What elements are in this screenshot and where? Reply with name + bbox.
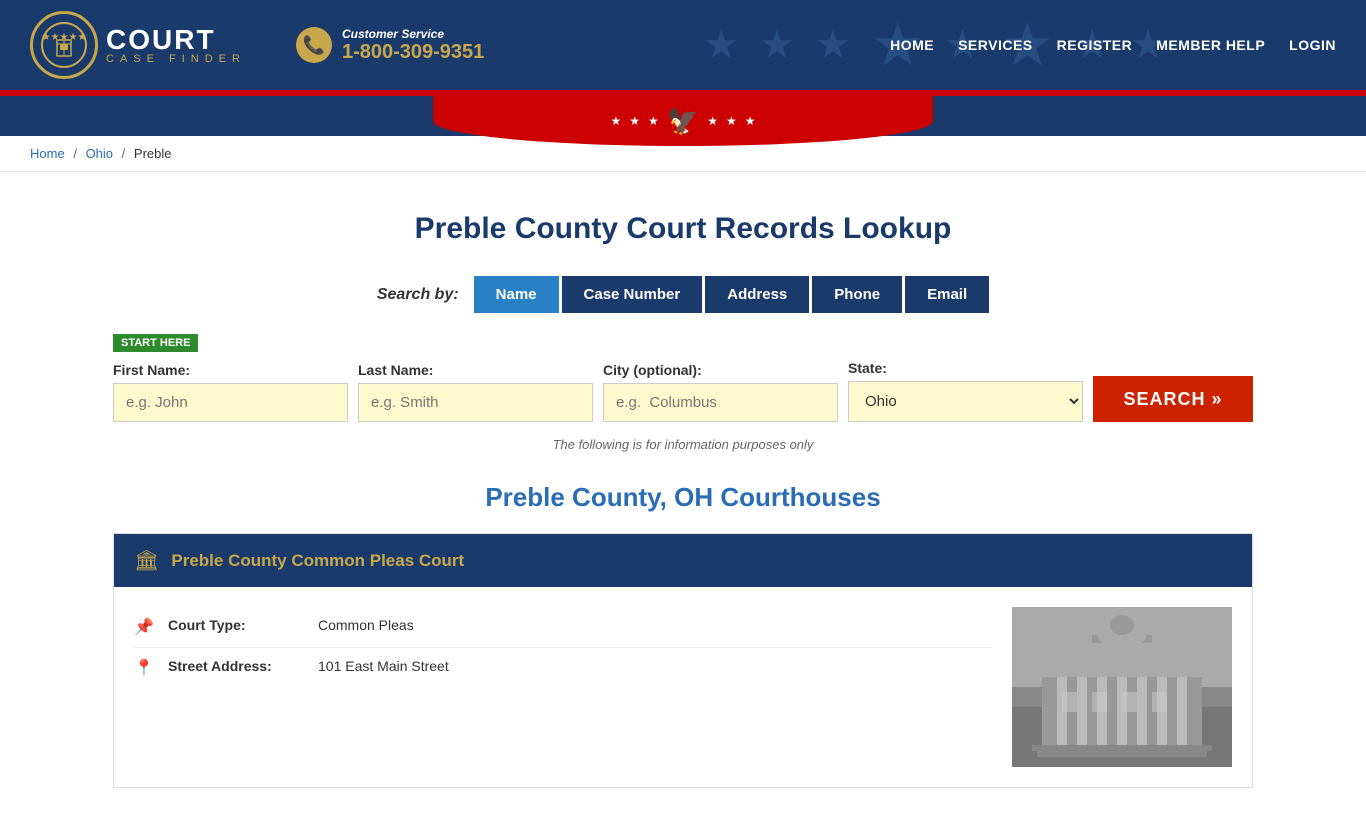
star-left-3: ★: [648, 114, 659, 128]
state-label: State:: [848, 360, 1083, 376]
main-nav: HOME SERVICES REGISTER MEMBER HELP LOGIN: [890, 37, 1336, 53]
street-address-value: 101 East Main Street: [318, 658, 449, 674]
first-name-group: First Name:: [113, 362, 348, 422]
nav-login[interactable]: LOGIN: [1289, 37, 1336, 53]
state-select[interactable]: Ohio Alabama Alaska Arizona California F…: [848, 381, 1083, 422]
city-input[interactable]: [603, 383, 838, 422]
courthouse-image-visual: [1012, 607, 1232, 767]
search-tabs-row: Search by: Name Case Number Address Phon…: [113, 276, 1253, 313]
courthouse-svg: [1012, 607, 1232, 767]
first-name-label: First Name:: [113, 362, 348, 378]
state-group: State: Ohio Alabama Alaska Arizona Calif…: [848, 360, 1083, 422]
tab-case-number[interactable]: Case Number: [562, 276, 703, 313]
last-name-input[interactable]: [358, 383, 593, 422]
search-section: Search by: Name Case Number Address Phon…: [113, 276, 1253, 452]
courthouse-image: [1012, 607, 1232, 767]
phone-text: Customer Service 1-800-309-9351: [342, 27, 484, 64]
breadcrumb-home[interactable]: Home: [30, 146, 65, 161]
courthouse-title-link[interactable]: Preble County Common Pleas Court: [171, 551, 464, 571]
tab-phone[interactable]: Phone: [812, 276, 902, 313]
star-right-3: ★: [745, 114, 756, 128]
courthouse-card: 🏛 Preble County Common Pleas Court 📌 Cou…: [113, 533, 1253, 788]
star-right-1: ★: [707, 114, 718, 128]
phone-number: 1-800-309-9351: [342, 41, 484, 64]
nav-home[interactable]: HOME: [890, 37, 934, 53]
star-left-1: ★: [611, 114, 622, 128]
last-name-label: Last Name:: [358, 362, 593, 378]
logo-title: COURT: [106, 26, 246, 54]
logo[interactable]: ★★★★★ COURT CASE FINDER: [30, 11, 246, 79]
breadcrumb-ohio[interactable]: Ohio: [86, 146, 113, 161]
logo-subtitle: CASE FINDER: [106, 54, 246, 65]
breadcrumb-preble: Preble: [134, 146, 172, 161]
breadcrumb-sep-2: /: [122, 146, 126, 161]
tab-address[interactable]: Address: [705, 276, 809, 313]
last-name-group: Last Name:: [358, 362, 593, 422]
phone-section: 📞 Customer Service 1-800-309-9351: [296, 27, 484, 64]
site-header: ★ ★ ★ ★ ★ ★ ★ ★ ★★★★★ COURT: [0, 0, 1366, 90]
nav-services[interactable]: SERVICES: [958, 37, 1033, 53]
nav-register[interactable]: REGISTER: [1057, 37, 1133, 53]
logo-text: COURT CASE FINDER: [106, 26, 246, 65]
info-note: The following is for information purpose…: [113, 437, 1253, 452]
page-title: Preble County Court Records Lookup: [113, 212, 1253, 246]
tab-name[interactable]: Name: [474, 276, 559, 313]
court-type-icon: 📌: [134, 617, 158, 637]
logo-icon: ★★★★★: [39, 20, 89, 70]
search-button[interactable]: SEARCH »: [1093, 376, 1253, 422]
breadcrumb-sep-1: /: [73, 146, 77, 161]
eagle-banner: ★ ★ ★ 🦅 ★ ★ ★: [0, 96, 1366, 136]
court-type-row: 📌 Court Type: Common Pleas: [134, 607, 992, 648]
star-right-2: ★: [726, 114, 737, 128]
city-group: City (optional):: [603, 362, 838, 422]
logo-circle: ★★★★★: [30, 11, 98, 79]
header-left: ★★★★★ COURT CASE FINDER 📞 Customer Servi…: [30, 11, 484, 79]
search-by-label: Search by:: [377, 286, 459, 304]
court-type-label: Court Type:: [168, 617, 308, 633]
courthouse-body: 📌 Court Type: Common Pleas 📍 Street Addr…: [114, 587, 1252, 787]
main-content: Preble County Court Records Lookup Searc…: [83, 172, 1283, 828]
court-type-value: Common Pleas: [318, 617, 414, 633]
courthouse-icon: 🏛: [134, 548, 159, 573]
courthouse-details: 📌 Court Type: Common Pleas 📍 Street Addr…: [134, 607, 992, 767]
search-form: First Name: Last Name: City (optional): …: [113, 360, 1253, 422]
eagle-banner-inner: ★ ★ ★ 🦅 ★ ★ ★: [433, 96, 933, 146]
eagle-icon: 🦅: [667, 106, 699, 137]
street-address-row: 📍 Street Address: 101 East Main Street: [134, 648, 992, 688]
first-name-input[interactable]: [113, 383, 348, 422]
phone-icon: 📞: [296, 27, 332, 63]
eagle-stars: ★ ★ ★ 🦅 ★ ★ ★: [611, 106, 756, 137]
start-here-badge: START HERE: [113, 334, 198, 352]
nav-member-help[interactable]: MEMBER HELP: [1156, 37, 1265, 53]
phone-label: Customer Service: [342, 27, 484, 41]
address-icon: 📍: [134, 658, 158, 678]
star-left-2: ★: [629, 114, 640, 128]
courthouse-header: 🏛 Preble County Common Pleas Court: [114, 534, 1252, 587]
tab-email[interactable]: Email: [905, 276, 989, 313]
courthouses-title: Preble County, OH Courthouses: [113, 482, 1253, 513]
city-label: City (optional):: [603, 362, 838, 378]
street-address-label: Street Address:: [168, 658, 308, 674]
